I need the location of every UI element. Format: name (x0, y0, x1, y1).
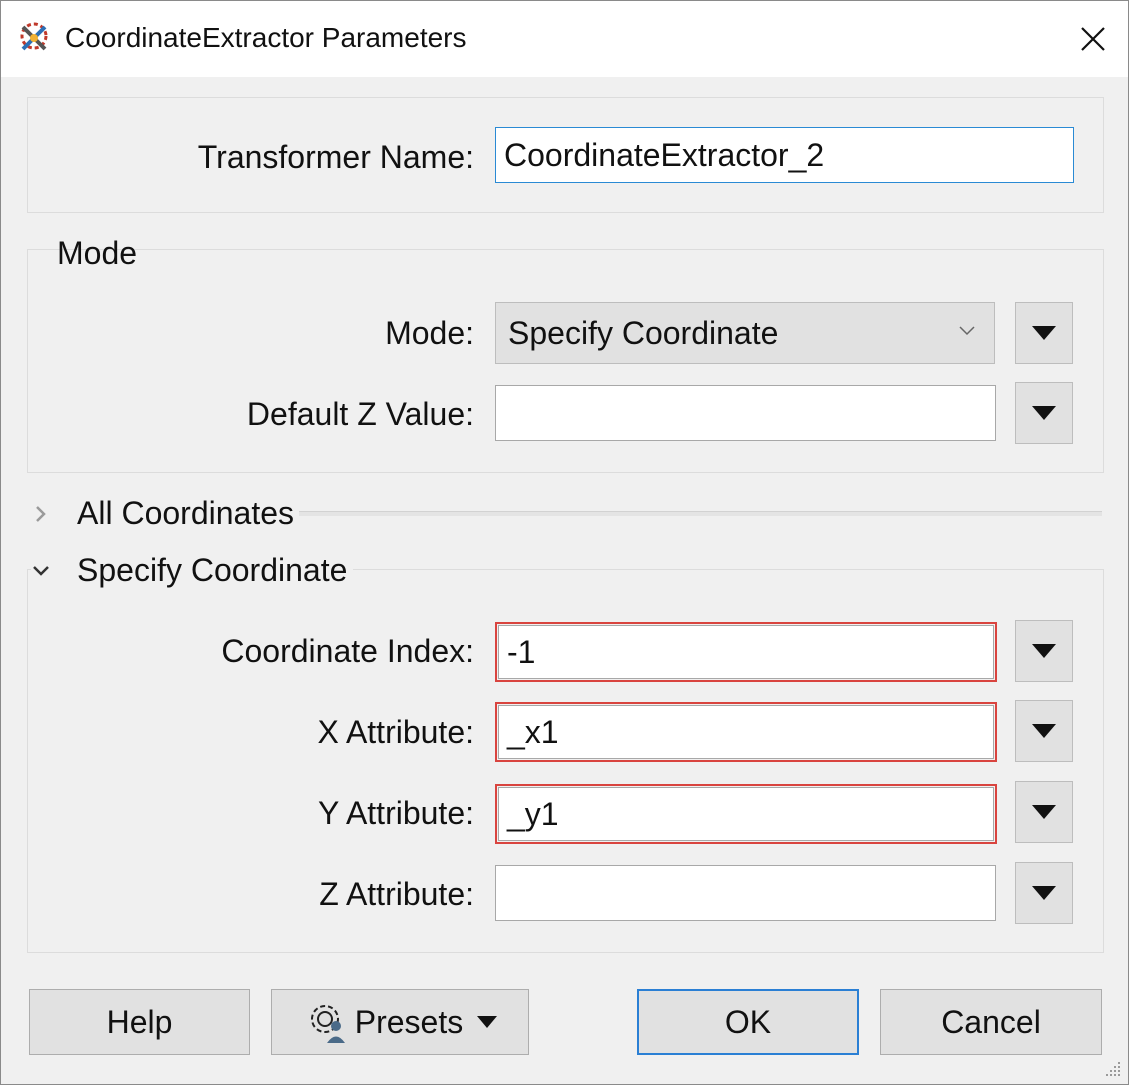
help-button[interactable]: Help (29, 989, 250, 1055)
all-coordinates-section-header[interactable]: All Coordinates (31, 495, 294, 532)
y-attribute-input[interactable]: _y1 (495, 784, 997, 844)
triangle-down-icon (1032, 326, 1056, 340)
triangle-down-icon (1032, 406, 1056, 420)
triangle-down-icon (477, 1016, 498, 1028)
ok-button[interactable]: OK (637, 989, 859, 1055)
close-button[interactable] (1058, 1, 1128, 77)
z-attribute-label: Z Attribute: (319, 876, 474, 912)
x-attribute-options-button[interactable] (1015, 700, 1073, 762)
dialog-window: CoordinateExtractor Parameters Transform… (0, 0, 1129, 1085)
cancel-button-label: Cancel (941, 1003, 1041, 1040)
triangle-down-icon (1032, 805, 1056, 819)
specify-coordinate-title: Specify Coordinate (77, 552, 348, 588)
title-bar: CoordinateExtractor Parameters (1, 1, 1128, 77)
help-button-label: Help (106, 1003, 173, 1040)
x-attribute-input[interactable]: _x1 (495, 702, 997, 762)
mode-options-button[interactable] (1015, 302, 1073, 364)
triangle-down-icon (1032, 886, 1056, 900)
section-divider (299, 511, 1102, 516)
triangle-down-icon (1032, 644, 1056, 658)
mode-select-value: Specify Coordinate (508, 315, 779, 351)
mode-label: Mode: (385, 315, 474, 351)
all-coordinates-title: All Coordinates (77, 495, 294, 531)
specify-coordinate-section-header[interactable]: Specify Coordinate (31, 552, 354, 589)
fme-app-icon (20, 22, 48, 51)
default-z-options-button[interactable] (1015, 382, 1073, 444)
chevron-down-icon (33, 565, 49, 576)
coordinate-index-options-button[interactable] (1015, 620, 1073, 682)
coordinate-index-input[interactable]: -1 (495, 622, 997, 682)
close-icon (1081, 27, 1105, 51)
transformer-name-label: Transformer Name: (197, 139, 474, 175)
mode-group-title: Mode (57, 235, 138, 271)
cancel-button[interactable]: Cancel (880, 989, 1102, 1055)
resize-grip-icon[interactable] (1104, 1060, 1122, 1078)
coordinate-index-label: Coordinate Index: (221, 633, 474, 669)
triangle-down-icon (1032, 724, 1056, 738)
z-attribute-input[interactable] (495, 865, 996, 921)
default-z-input[interactable] (495, 385, 996, 441)
presets-button[interactable]: Presets (271, 989, 529, 1055)
window-title: CoordinateExtractor Parameters (65, 22, 467, 53)
presets-button-label: Presets (354, 1003, 464, 1040)
y-attribute-options-button[interactable] (1015, 781, 1073, 843)
transformer-name-input[interactable]: CoordinateExtractor_2 (495, 127, 1074, 183)
chevron-down-icon (959, 326, 975, 336)
ok-button-label: OK (724, 1003, 772, 1040)
gear-user-icon (310, 1005, 345, 1043)
z-attribute-options-button[interactable] (1015, 862, 1073, 924)
default-z-label: Default Z Value: (246, 396, 474, 432)
y-attribute-label: Y Attribute: (318, 795, 474, 831)
chevron-right-icon (36, 505, 46, 522)
x-attribute-label: X Attribute: (317, 714, 474, 750)
mode-select[interactable]: Specify Coordinate (495, 302, 995, 364)
